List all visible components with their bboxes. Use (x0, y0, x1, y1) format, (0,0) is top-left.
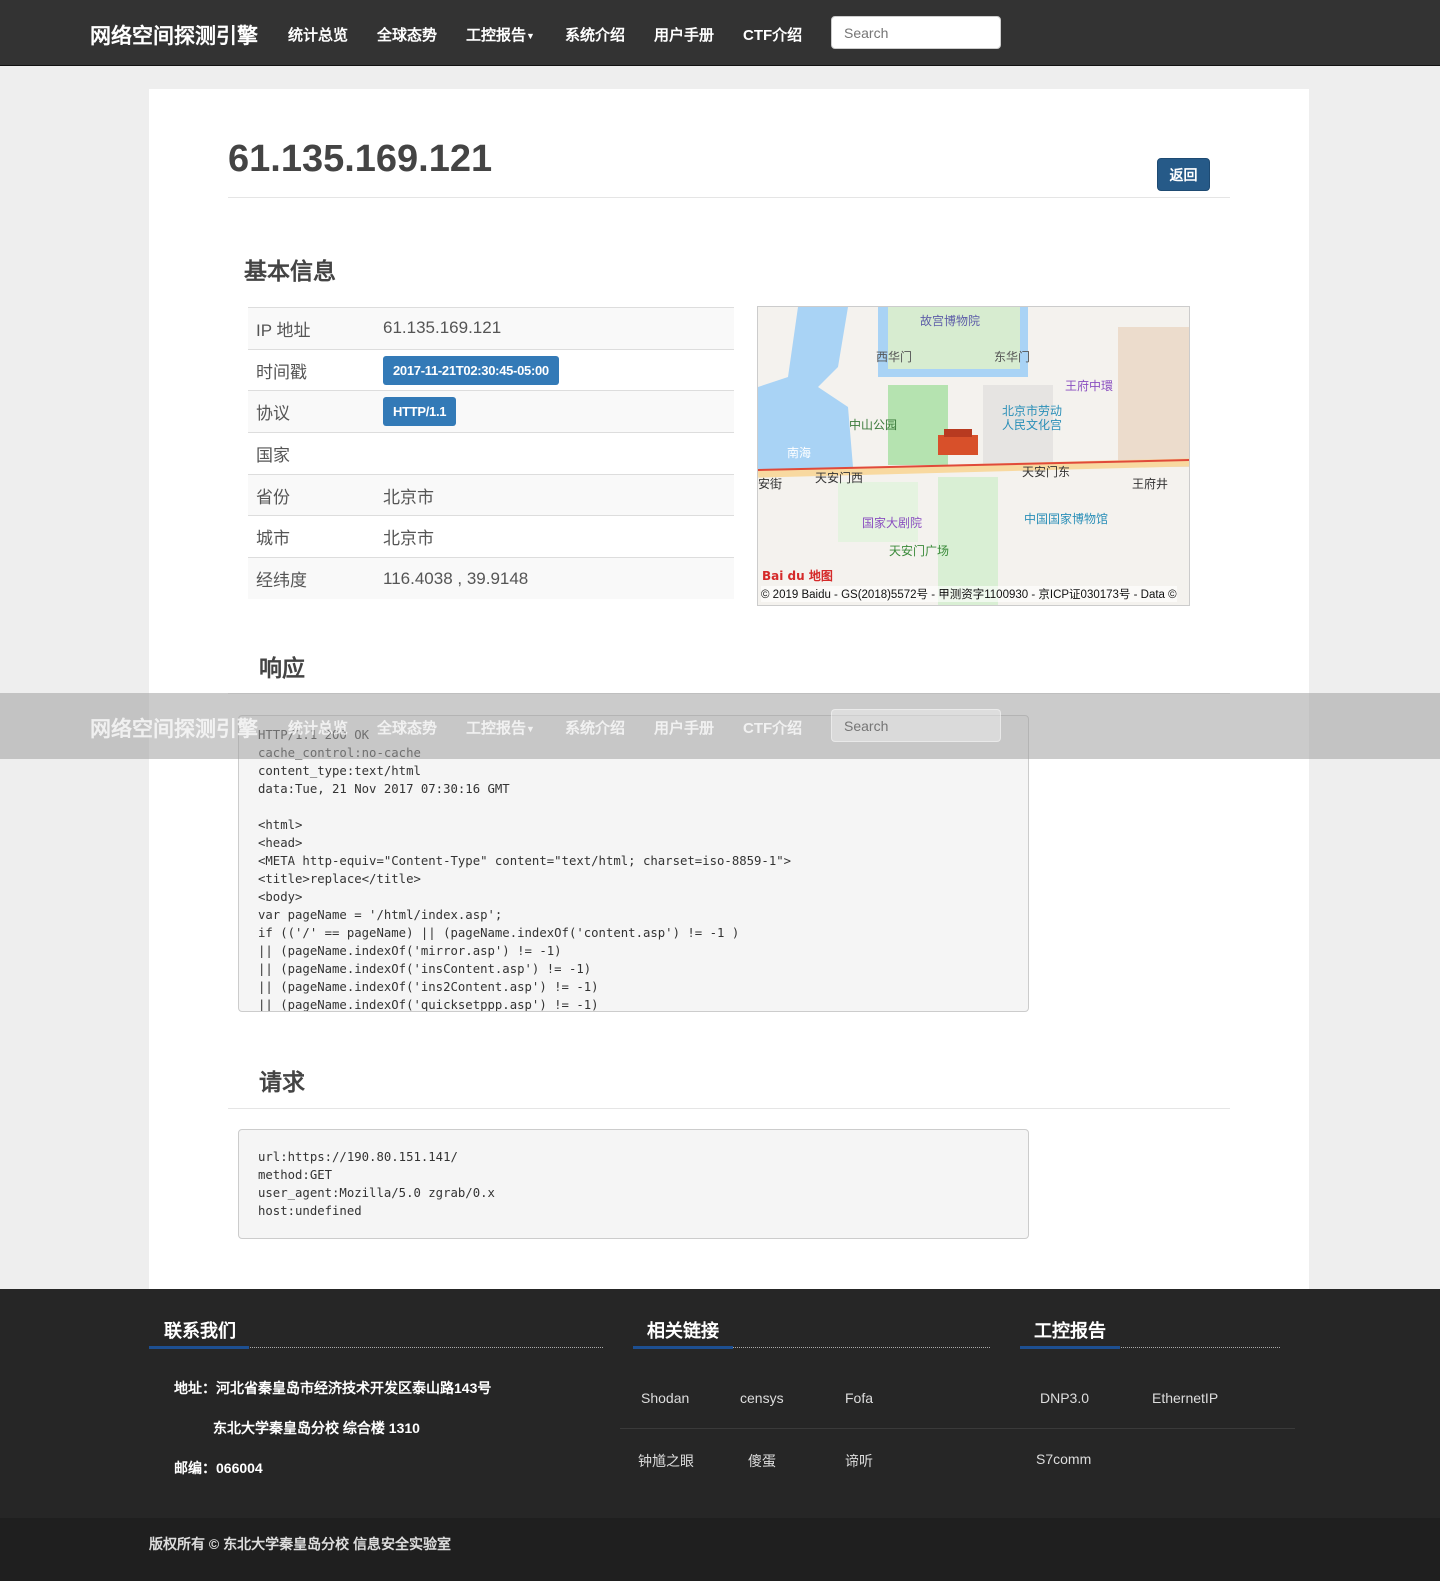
divider (620, 1428, 1295, 1429)
sticky-navbar-overlay: 网络空间探测引擎 统计总览 全球态势 工控报告▼ 系统介绍 用户手册 CTF介绍 (0, 693, 1440, 759)
row-value: 北京市 (383, 515, 734, 558)
link-shodan[interactable]: Shodan (641, 1390, 689, 1406)
nav-global[interactable]: 全球态势 (377, 717, 437, 738)
map-label: 天安门东 (1022, 465, 1071, 479)
map-label: 中国国家博物馆 (1024, 512, 1109, 526)
nav-ics-report[interactable]: 工控报告▼ (466, 24, 535, 45)
row-label: IP 地址 (248, 307, 383, 350)
nav-stats[interactable]: 统计总览 (288, 717, 348, 738)
link-s7comm[interactable]: S7comm (1036, 1451, 1091, 1467)
map-label: 中山公园 (849, 418, 898, 432)
row-label: 国家 (248, 432, 383, 475)
nav-about[interactable]: 系统介绍 (565, 24, 625, 45)
map-label: 东华门 (994, 350, 1031, 364)
link-censys[interactable]: censys (740, 1390, 784, 1406)
protocol-badge: HTTP/1.1 (383, 397, 457, 427)
postcode: 邮编：066004 (174, 1460, 263, 1476)
divider (149, 1346, 603, 1349)
basic-info-heading: 基本信息 (244, 258, 336, 284)
nav-ctf[interactable]: CTF介绍 (743, 717, 802, 738)
map-copyright: © 2019 Baidu - GS(2018)5572号 - 甲测资字11009… (761, 586, 1177, 602)
nav-ics-label: 工控报告 (466, 720, 527, 737)
nav-manual[interactable]: 用户手册 (654, 24, 714, 45)
nav-manual[interactable]: 用户手册 (654, 717, 714, 738)
map-label: 南海 (787, 446, 812, 460)
row-value: 北京市 (383, 473, 734, 516)
map-label: 人民文化宫 (1002, 418, 1063, 432)
search-input[interactable] (831, 16, 1001, 49)
address-line2: 东北大学秦皇岛分校 综合楼 1310 (213, 1420, 420, 1436)
ics-heading: 工控报告 (1034, 1321, 1106, 1341)
basic-info-table: IP 地址 61.135.169.121 时间戳 2017-11-21T02:30:… (248, 307, 734, 600)
link-diting[interactable]: 谛听 (845, 1451, 873, 1471)
row-value (383, 432, 734, 475)
map-label: 西华门 (876, 350, 913, 364)
divider (228, 197, 1230, 198)
nav-ics-report[interactable]: 工控报告▼ (466, 717, 535, 738)
map-label: 王府中環 (1065, 379, 1114, 393)
map-label: 天安门广场 (889, 544, 950, 558)
table-row: 省份 北京市 (248, 473, 734, 516)
link-fofa[interactable]: Fofa (845, 1390, 873, 1406)
row-value: 116.4038 , 39.9148 (383, 557, 734, 600)
back-button[interactable]: 返回 (1157, 158, 1210, 191)
address: 地址：河北省秦皇岛市经济技术开发区泰山路143号 (174, 1380, 492, 1396)
link-dnp3[interactable]: DNP3.0 (1040, 1390, 1089, 1406)
map-label: 国家大剧院 (862, 516, 923, 530)
table-row: 协议 HTTP/1.1 (248, 390, 734, 433)
nav-ctf[interactable]: CTF介绍 (743, 24, 802, 45)
row-label: 协议 (248, 390, 383, 433)
nav-about[interactable]: 系统介绍 (565, 717, 625, 738)
timestamp-badge: 2017-11-21T02:30:45-05:00 (383, 355, 559, 385)
nav-global[interactable]: 全球态势 (377, 24, 437, 45)
table-row: IP 地址 61.135.169.121 (248, 307, 734, 350)
divider (1020, 1346, 1280, 1349)
table-row: 城市 北京市 (248, 515, 734, 558)
row-value: 61.135.169.121 (383, 307, 734, 350)
divider (633, 1346, 990, 1349)
request-body: url:https://190.80.151.141/ method:GET u… (238, 1129, 1029, 1239)
links-heading: 相关链接 (647, 1321, 719, 1341)
map-graphics (758, 307, 1189, 605)
navbar: 网络空间探测引擎 统计总览 全球态势 工控报告▼ 系统介绍 用户手册 CTF介绍 (0, 0, 1440, 66)
caret-down-icon: ▼ (526, 724, 535, 735)
brand-logo[interactable]: 网络空间探测引擎 (90, 713, 258, 743)
table-row: 经纬度 116.4038 , 39.9148 (248, 557, 734, 600)
map-label: 天安门西 (815, 471, 864, 485)
contact-heading: 联系我们 (164, 1321, 236, 1341)
response-heading: 响应 (259, 655, 305, 681)
search-input[interactable] (831, 709, 1001, 742)
request-heading: 请求 (259, 1069, 305, 1095)
nav-ics-label: 工控报告 (466, 27, 527, 44)
table-row: 国家 (248, 432, 734, 475)
row-label: 省份 (248, 473, 383, 516)
map-label: 王府井 (1132, 477, 1169, 491)
row-label: 经纬度 (248, 557, 383, 600)
baidu-map-logo: Bai du 地图 (762, 569, 833, 583)
page-title: 61.135.169.121 (228, 138, 493, 180)
divider (228, 1108, 1230, 1109)
footer: 联系我们 相关链接 工控报告 地址：河北省秦皇岛市经济技术开发区泰山路143号 … (0, 1289, 1440, 1518)
copyright-text: 版权所有 © 东北大学秦皇岛分校 信息安全实验室 (149, 1536, 451, 1552)
caret-down-icon: ▼ (526, 31, 535, 42)
location-map[interactable]: 故宫博物院 西华门 东华门 王府中環 北京市劳动 人民文化宫 中山公园 南海 天… (757, 306, 1190, 606)
map-label: 长安街 (758, 477, 783, 491)
brand-logo[interactable]: 网络空间探测引擎 (90, 20, 258, 50)
nav-stats[interactable]: 统计总览 (288, 24, 348, 45)
link-ethernetip[interactable]: EthernetIP (1152, 1390, 1218, 1406)
link-shadan[interactable]: 傻蛋 (748, 1451, 776, 1471)
map-label: 故宫博物院 (920, 314, 981, 328)
copyright-bar: 版权所有 © 东北大学秦皇岛分校 信息安全实验室 (0, 1518, 1440, 1581)
row-label: 城市 (248, 515, 383, 558)
response-body: HTTP/1.1 200 OK cache_control:no-cache c… (238, 715, 1029, 1012)
row-label: 时间戳 (248, 348, 383, 391)
table-row: 时间戳 2017-11-21T02:30:45-05:00 (248, 348, 734, 391)
link-zoomeye[interactable]: 钟馗之眼 (638, 1451, 694, 1471)
